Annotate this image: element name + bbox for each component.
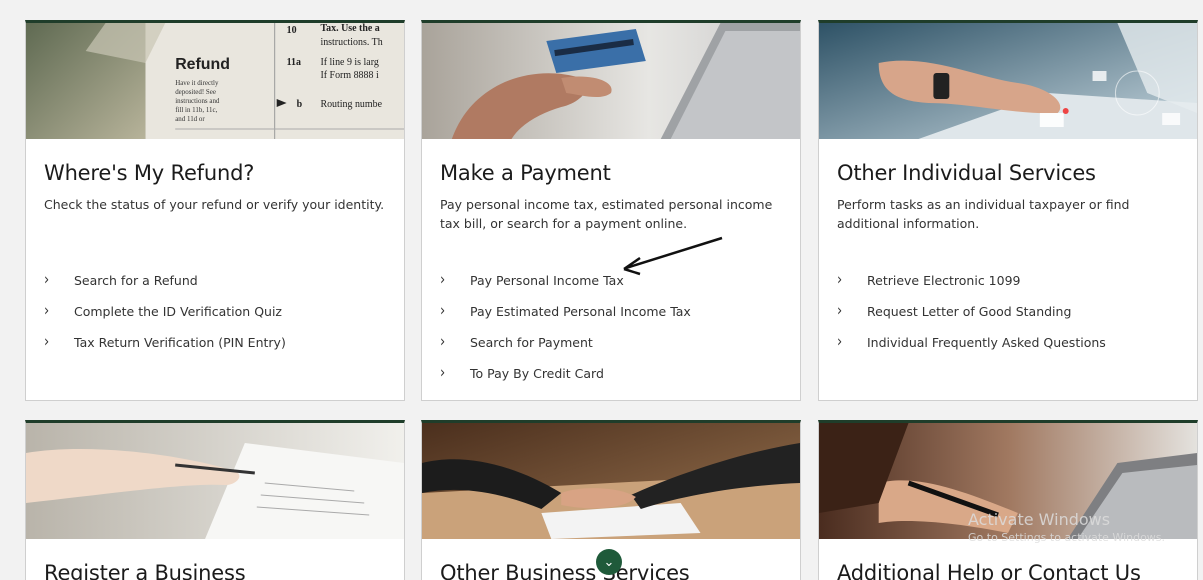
svg-text:b: b: [297, 99, 303, 110]
additional-help-image: [819, 423, 1197, 539]
chevron-right-icon: ›: [440, 302, 446, 321]
svg-text:fill in 11b, 11c,: fill in 11b, 11c,: [175, 106, 217, 114]
svg-text:10: 10: [287, 25, 297, 36]
link-individual-faq[interactable]: › Individual Frequently Asked Questions: [837, 327, 1197, 358]
card-description: Perform tasks as an individual taxpayer …: [837, 197, 1130, 231]
card-make-a-payment: Make a Payment Pay personal income tax, …: [421, 20, 801, 401]
card-description: Check the status of your refund or verif…: [44, 197, 385, 212]
business-services-image: [422, 423, 800, 539]
card-register-a-business: Register a Business: [25, 420, 405, 580]
individual-services-image: [819, 23, 1197, 139]
link-search-for-payment[interactable]: › Search for Payment: [440, 327, 800, 358]
services-page: Refund Have it directly deposited! See i…: [0, 0, 1203, 580]
link-pay-by-credit-card[interactable]: › To Pay By Credit Card: [440, 358, 800, 389]
svg-text:instructions. Th: instructions. Th: [320, 37, 382, 48]
chevron-right-icon: ›: [440, 271, 446, 290]
link-pay-estimated-income-tax[interactable]: › Pay Estimated Personal Income Tax: [440, 296, 800, 327]
chevron-right-icon: ›: [837, 302, 843, 321]
card-additional-help: Additional Help or Contact Us: [818, 420, 1198, 580]
svg-text:Routing numbe: Routing numbe: [320, 99, 382, 110]
link-search-for-refund[interactable]: › Search for a Refund: [44, 265, 404, 296]
svg-text:11a: 11a: [287, 57, 301, 68]
card-title: Other Individual Services: [837, 161, 1096, 185]
svg-text:Refund: Refund: [175, 56, 230, 73]
link-tax-return-verification[interactable]: › Tax Return Verification (PIN Entry): [44, 327, 404, 358]
refund-image: Refund Have it directly deposited! See i…: [26, 23, 404, 139]
link-pay-personal-income-tax[interactable]: › Pay Personal Income Tax: [440, 265, 800, 296]
card-title: Additional Help or Contact Us: [837, 561, 1141, 580]
link-retrieve-electronic-1099[interactable]: › Retrieve Electronic 1099: [837, 265, 1197, 296]
card-other-individual-services: Other Individual Services Perform tasks …: [818, 20, 1198, 401]
svg-text:Have it directly: Have it directly: [175, 79, 219, 87]
link-letter-of-good-standing[interactable]: › Request Letter of Good Standing: [837, 296, 1197, 327]
chevron-right-icon: ›: [837, 271, 843, 290]
card-wheres-my-refund: Refund Have it directly deposited! See i…: [25, 20, 405, 401]
payment-image: [422, 23, 800, 139]
chevron-right-icon: ›: [44, 333, 50, 352]
chevron-right-icon: ›: [440, 364, 446, 383]
svg-text:deposited! See: deposited! See: [175, 88, 216, 96]
chevron-right-icon: ›: [440, 333, 446, 352]
svg-text:If line 9 is larg: If line 9 is larg: [320, 57, 378, 68]
scroll-down-button[interactable]: ⌄: [596, 549, 622, 575]
chevron-right-icon: ›: [837, 333, 843, 352]
register-business-image: [26, 423, 404, 539]
svg-text:If Form 8888 i: If Form 8888 i: [320, 70, 379, 81]
chevron-down-icon: ⌄: [603, 554, 615, 570]
chevron-right-icon: ›: [44, 302, 50, 321]
card-links: › Retrieve Electronic 1099 › Request Lette…: [819, 265, 1197, 358]
card-links: › Pay Personal Income Tax › Pay Estimated …: [422, 265, 800, 389]
svg-text:instructions and: instructions and: [175, 97, 220, 105]
card-title: Register a Business: [44, 561, 246, 580]
card-title: Where's My Refund?: [44, 161, 255, 185]
svg-text:Tax. Use the a: Tax. Use the a: [320, 23, 379, 34]
card-title: Make a Payment: [440, 161, 611, 185]
link-id-verification-quiz[interactable]: › Complete the ID Verification Quiz: [44, 296, 404, 327]
svg-text:and 11d or: and 11d or: [175, 115, 205, 123]
card-links: › Search for a Refund › Complete the ID Ve…: [26, 265, 404, 358]
chevron-right-icon: ›: [44, 271, 50, 290]
card-description: Pay personal income tax, estimated perso…: [440, 197, 773, 231]
